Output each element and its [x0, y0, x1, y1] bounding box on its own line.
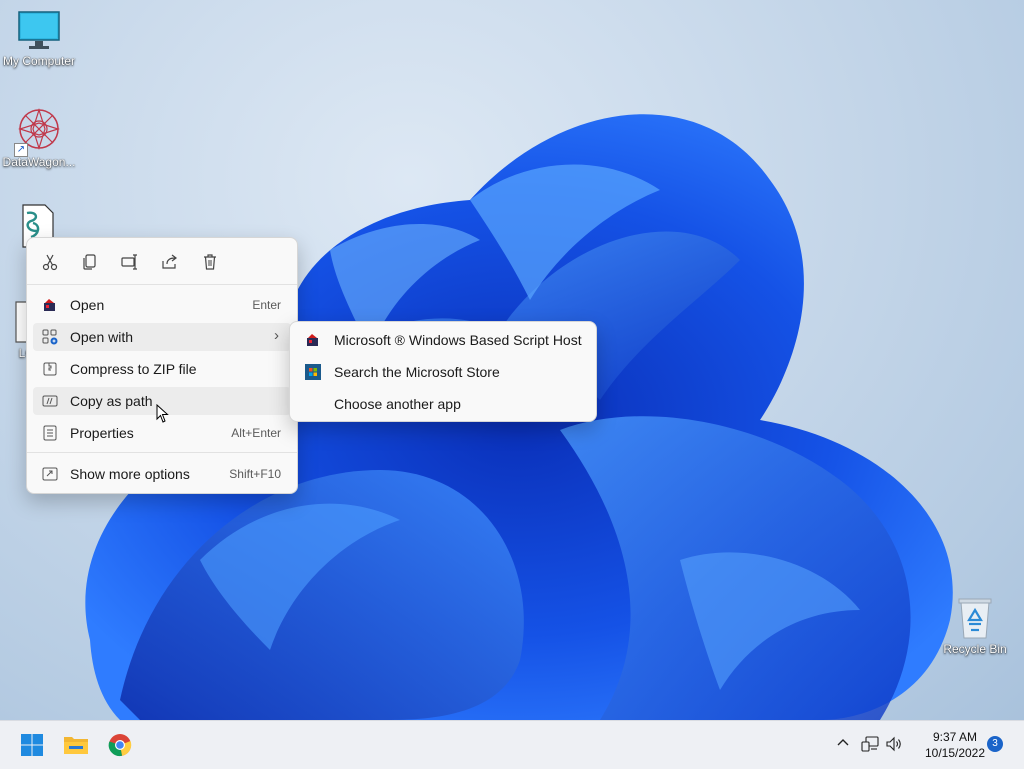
clock-date: 10/15/2022 [924, 746, 986, 760]
desktop-icon-label: DataWagon... [2, 155, 76, 169]
notification-badge[interactable]: 3 [987, 736, 1003, 752]
open-with-icon [42, 329, 58, 345]
menu-item-open[interactable]: Open Enter [33, 291, 291, 319]
network-icon[interactable] [861, 735, 879, 753]
cut-icon [42, 254, 58, 271]
menu-separator [27, 284, 297, 285]
cut-button[interactable] [35, 248, 65, 276]
open-with-submenu: Microsoft ® Windows Based Script Host Se… [289, 321, 597, 422]
file-explorer-icon [64, 737, 88, 754]
menu-item-open-with[interactable]: Open with › [33, 323, 291, 351]
script-host-icon [307, 334, 318, 346]
copy-button[interactable] [75, 248, 105, 276]
rename-icon [121, 254, 137, 270]
desktop: My Computer ↗ DataWagon... L LOL [0, 0, 1024, 720]
submenu-item-choose-another-app[interactable]: Choose another app [295, 390, 591, 418]
desktop-icon-recycle-bin[interactable]: Recycle Bin [936, 594, 1014, 656]
delete-icon [204, 254, 216, 270]
share-icon [162, 254, 177, 269]
desktop-icon-label: Recycle Bin [943, 642, 1007, 656]
monitor-icon [18, 11, 60, 49]
copy-icon [83, 254, 96, 270]
desktop-icon-label: My Computer [2, 54, 76, 68]
taskbar: 9:37 AM 10/15/2022 [0, 720, 1024, 769]
properties-icon [43, 425, 57, 441]
zip-icon [43, 362, 57, 376]
submenu-item-microsoft-store[interactable]: Search the Microsoft Store [295, 358, 591, 386]
chevron-right-icon: › [274, 327, 279, 344]
desktop-icon-my-computer[interactable]: My Computer [0, 10, 78, 68]
recycle-bin-icon [958, 598, 992, 639]
rename-button[interactable] [115, 248, 145, 276]
file-explorer-button[interactable] [60, 729, 92, 761]
start-button[interactable] [16, 729, 48, 761]
delete-button[interactable] [195, 248, 225, 276]
submenu-item-script-host[interactable]: Microsoft ® Windows Based Script Host [295, 326, 591, 354]
menu-separator [27, 452, 297, 453]
menu-item-show-more-options[interactable]: Show more options Shift+F10 [33, 460, 291, 488]
chrome-button[interactable] [104, 729, 136, 761]
desktop-icon-datawagon[interactable]: ↗ DataWagon... [0, 105, 78, 169]
copy-path-icon [42, 395, 58, 407]
chevron-up-icon[interactable] [835, 735, 851, 751]
chrome-icon [108, 734, 132, 757]
volume-icon[interactable] [885, 735, 903, 753]
script-host-icon [44, 299, 55, 311]
menu-item-compress-zip[interactable]: Compress to ZIP file [33, 355, 291, 383]
context-menu: Open Enter Open with › Compress to ZIP f… [26, 237, 298, 494]
mouse-cursor-icon [156, 404, 169, 423]
show-more-options-icon [42, 467, 58, 481]
start-icon [21, 734, 43, 756]
share-button[interactable] [155, 248, 185, 276]
microsoft-store-icon [305, 364, 321, 380]
shortcut-arrow-icon: ↗ [14, 143, 28, 157]
